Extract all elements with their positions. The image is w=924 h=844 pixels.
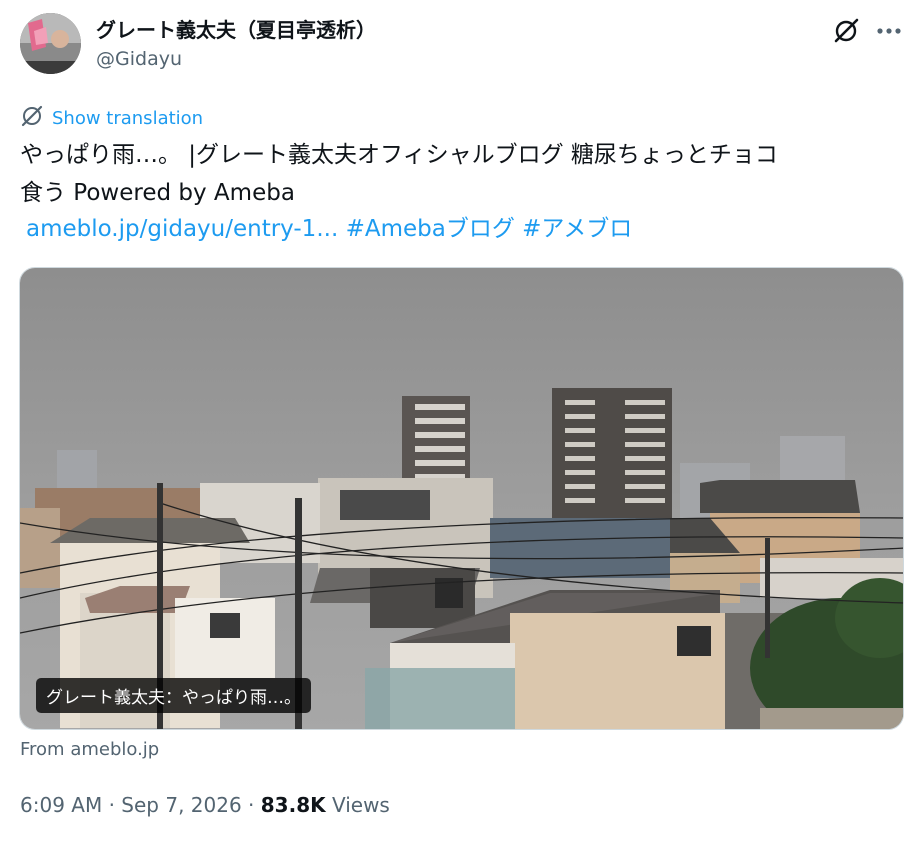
- more-horizontal-icon[interactable]: [872, 16, 906, 46]
- ameblo-link[interactable]: ameblo.jp/gidayu/entry-1...: [26, 216, 338, 242]
- tweet-meta: 6:09 AM · Sep 7, 2026 · 83.8K Views: [20, 793, 390, 817]
- author-handle[interactable]: @Gidayu: [96, 48, 182, 70]
- views-label: Views: [331, 793, 390, 817]
- tweet-time[interactable]: 6:09 AM: [20, 793, 102, 817]
- show-translation-button[interactable]: Show translation: [20, 104, 203, 132]
- tweet-text-line-1: やっぱり雨…。 |グレート義太夫オフィシャルブログ 糖尿ちょっとチョコ: [20, 142, 778, 168]
- tweet-text-line-2: 食う Powered by Ameba: [20, 180, 295, 206]
- x-grok-icon[interactable]: [831, 16, 861, 46]
- link-card[interactable]: グレート義太夫：やっぱり雨…。: [19, 267, 904, 730]
- tweet-text: やっぱり雨…。 |グレート義太夫オフィシャルブログ 糖尿ちょっとチョコ 食う P…: [20, 136, 900, 212]
- show-translation-label: Show translation: [52, 107, 204, 129]
- card-caption: グレート義太夫：やっぱり雨…。: [36, 678, 311, 713]
- author-display-name[interactable]: グレート義太夫（夏目亭透析）: [96, 14, 376, 43]
- meta-separator: ·: [108, 793, 115, 817]
- card-photo: [20, 268, 903, 729]
- meta-separator-2: ·: [248, 793, 255, 817]
- avatar[interactable]: [20, 13, 81, 74]
- views-count: 83.8K: [260, 793, 326, 817]
- hashtag-amebro[interactable]: #アメブロ: [522, 216, 632, 242]
- hashtag-ameba-blog[interactable]: #Amebaブログ: [346, 216, 515, 242]
- translate-icon: [20, 104, 44, 132]
- avatar-image: [20, 13, 81, 74]
- card-source[interactable]: From ameblo.jp: [20, 739, 159, 760]
- tweet-links: ameblo.jp/gidayu/entry-1... #Amebaブログ #ア…: [26, 210, 632, 248]
- tweet-date[interactable]: Sep 7, 2026: [121, 793, 241, 817]
